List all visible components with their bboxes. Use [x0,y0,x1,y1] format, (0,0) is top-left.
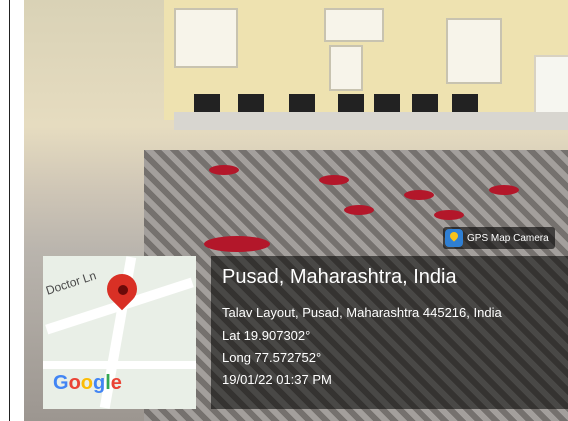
wall-poster [329,45,363,91]
wall-poster [174,8,238,68]
chair [204,236,270,252]
chair [344,205,374,215]
chair [489,185,519,195]
gps-map-camera-badge: GPS Map Camera [443,227,555,249]
location-info-panel: Pusad, Maharashtra, India Talav Layout, … [211,256,568,409]
badge-label: GPS Map Camera [467,232,549,244]
chair [319,175,349,185]
chair [209,165,239,175]
monitor [338,94,364,112]
city-title: Pusad, Maharashtra, India [222,266,457,288]
chair [434,210,464,220]
monitor [289,94,315,112]
computer-desk [174,112,568,130]
monitor [374,94,400,112]
wall-poster [324,8,384,42]
street-label: Doctor Ln [44,268,98,298]
latitude-text: Lat 19.907302° [222,328,311,343]
monitor [238,94,264,112]
monitor [412,94,438,112]
left-border [0,0,24,421]
datetime-text: 19/01/22 01:37 PM [222,372,332,387]
chair [404,190,434,200]
left-divider-line [9,0,10,421]
map-thumbnail: Doctor Ln Google [43,256,196,409]
location-pin-dot [118,285,128,295]
monitor [452,94,478,112]
monitor [194,94,220,112]
address-text: Talav Layout, Pusad, Maharashtra 445216,… [222,305,502,320]
map-pin-icon [445,229,463,247]
google-logo: Google [53,372,122,394]
road [43,361,196,369]
longitude-text: Long 77.572752° [222,350,322,365]
wall-poster [446,18,502,84]
